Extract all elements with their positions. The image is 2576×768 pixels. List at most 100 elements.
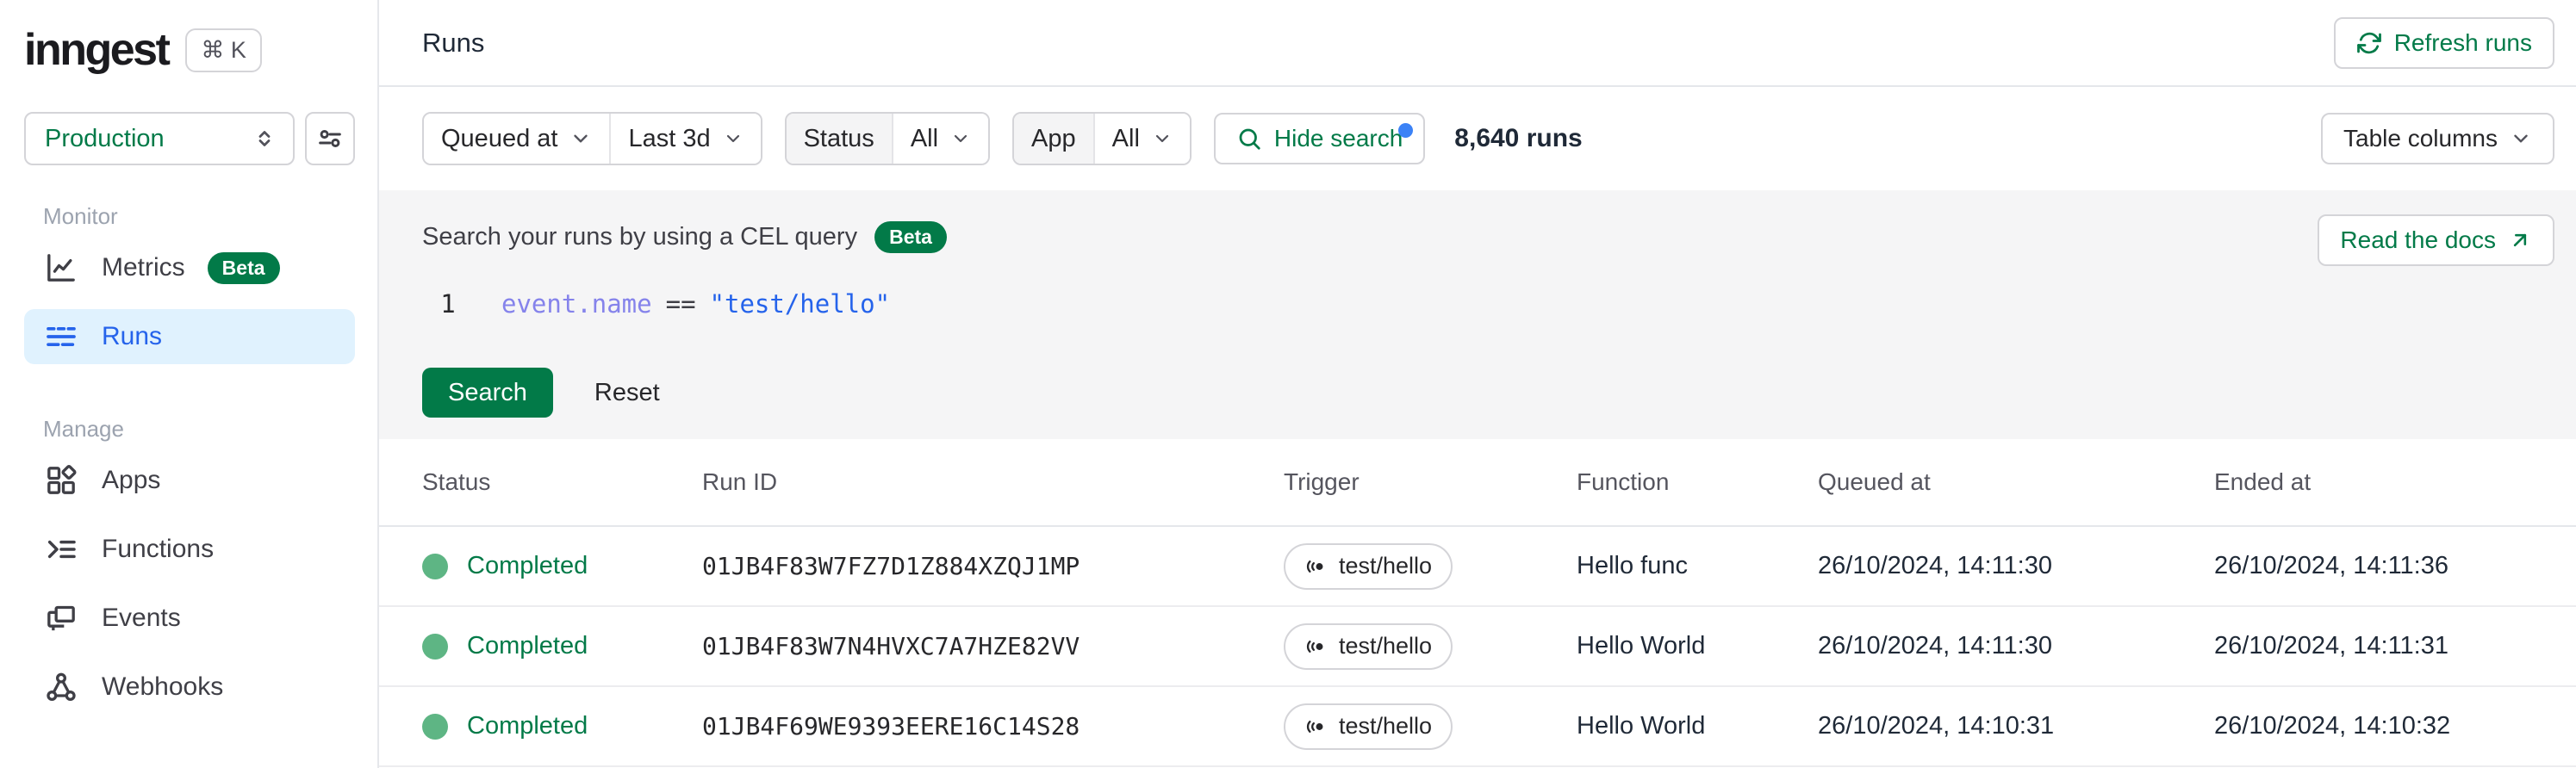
trigger-cell: test/hello <box>1284 703 1577 750</box>
app-window: inngest ⌘ K Production Monitor Metrics B… <box>0 0 2576 768</box>
status-filter-dropdown[interactable]: All <box>893 114 989 164</box>
column-header-trigger: Trigger <box>1284 468 1360 495</box>
trigger-name: test/hello <box>1339 553 1433 579</box>
status-dot-icon <box>422 553 448 579</box>
beta-badge: Beta <box>874 220 947 253</box>
runs-list-icon <box>43 319 79 355</box>
environment-selector[interactable]: Production <box>24 112 295 165</box>
table-row[interactable]: Completed 01JB4F83W7N4HVXC7A7HZE82VV tes… <box>379 607 2576 687</box>
logo-row: inngest ⌘ K <box>24 21 355 76</box>
sidebar-item-runs[interactable]: Runs <box>24 309 355 364</box>
events-icon <box>43 600 79 636</box>
status-filter-label: Status <box>786 114 892 164</box>
notification-dot <box>1398 123 1414 138</box>
sidebar-item-apps[interactable]: Apps <box>24 453 355 508</box>
column-header-queued-at: Queued at <box>1818 468 1931 495</box>
code-token-object: event.name <box>501 289 652 319</box>
cel-panel-top: Search your runs by using a CEL query Be… <box>422 214 2554 266</box>
table-columns-button[interactable]: Table columns <box>2321 113 2554 164</box>
status-cell: Completed <box>422 552 702 580</box>
search-icon <box>1236 126 1262 152</box>
page-title: Runs <box>422 27 485 58</box>
app-filter-group: App All <box>1012 112 1192 165</box>
sidebar-item-events[interactable]: Events <box>24 591 355 646</box>
status-cell: Completed <box>422 632 702 660</box>
function-name: Hello func <box>1577 552 1688 579</box>
chevron-down-icon <box>2510 127 2532 150</box>
event-trigger-icon <box>1304 715 1328 739</box>
time-filter-group: Queued at Last 3d <box>422 112 762 165</box>
command-k-shortcut-badge[interactable]: ⌘ K <box>185 28 262 72</box>
event-trigger-icon <box>1304 635 1328 659</box>
column-header-ended-at: Ended at <box>2214 468 2312 495</box>
time-range-value: Last 3d <box>628 124 711 152</box>
time-field-dropdown[interactable]: Queued at <box>424 114 610 164</box>
app-filter-dropdown[interactable]: All <box>1094 114 1190 164</box>
sidebar-item-label: Metrics <box>102 253 185 282</box>
sidebar-item-label: Functions <box>102 535 215 563</box>
status-label: Completed <box>467 712 588 740</box>
status-label: Completed <box>467 552 588 579</box>
chevron-down-icon <box>723 128 744 149</box>
metrics-chart-icon <box>43 250 79 286</box>
sidebar-item-functions[interactable]: Functions <box>24 522 355 577</box>
refresh-icon <box>2356 30 2382 56</box>
queued-at-value: 26/10/2024, 14:10:31 <box>1818 712 2055 740</box>
sidebar-item-webhooks[interactable]: Webhooks <box>24 660 355 715</box>
time-range-dropdown[interactable]: Last 3d <box>611 114 761 164</box>
run-id: 01JB4F69WE9393EERE16C14S28 <box>702 712 1080 740</box>
table-row[interactable]: Completed 01JB4F69WE9393EERE16C14S28 tes… <box>379 687 2576 767</box>
sidebar-item-label: Webhooks <box>102 672 224 701</box>
table-row[interactable]: Completed 01JB4F83W7FZ7D1Z884XZQJ1MP tes… <box>379 527 2576 607</box>
function-name: Hello World <box>1577 712 1706 740</box>
trigger-pill[interactable]: test/hello <box>1284 622 1453 670</box>
cel-query-editor[interactable]: 1 event.name == "test/hello" <box>422 285 2554 323</box>
status-dot-icon <box>422 713 448 740</box>
function-name: Hello World <box>1577 632 1706 660</box>
code-token-operator: == <box>665 289 696 319</box>
status-filter-group: Status All <box>784 112 991 165</box>
refresh-runs-label: Refresh runs <box>2393 28 2532 56</box>
chevron-down-icon <box>569 127 592 150</box>
sliders-icon <box>315 124 345 153</box>
sidebar-item-metrics[interactable]: Metrics Beta <box>24 240 355 295</box>
beta-badge: Beta <box>207 251 280 284</box>
column-header-function: Function <box>1577 468 1670 495</box>
cel-search-panel: Search your runs by using a CEL query Be… <box>379 190 2576 439</box>
trigger-pill[interactable]: test/hello <box>1284 703 1453 750</box>
manage-section-label: Manage <box>43 416 124 442</box>
chevron-down-icon <box>1152 128 1173 149</box>
inngest-logo: inngest <box>24 25 171 75</box>
filter-bar: Queued at Last 3d Status All App All Hid… <box>379 87 2576 190</box>
status-cell: Completed <box>422 712 702 740</box>
trigger-name: test/hello <box>1339 713 1433 739</box>
sidebar-item-label: Apps <box>102 466 161 494</box>
hide-search-label: Hide search <box>1273 125 1403 152</box>
search-button[interactable]: Search <box>422 368 553 418</box>
event-trigger-icon <box>1304 554 1328 579</box>
trigger-cell: test/hello <box>1284 542 1577 590</box>
table-header-row: Status Run ID Trigger Function Queued at… <box>379 439 2576 527</box>
chevron-down-icon <box>950 128 971 149</box>
queued-at-value: 26/10/2024, 14:11:30 <box>1818 552 2052 579</box>
cel-panel-title: Search your runs by using a CEL query <box>422 222 858 251</box>
trigger-pill[interactable]: test/hello <box>1284 542 1453 590</box>
refresh-runs-button[interactable]: Refresh runs <box>2333 16 2554 69</box>
reset-button[interactable]: Reset <box>594 379 660 407</box>
cel-panel-buttons: Search Reset <box>422 368 2554 418</box>
main-content: Runs Refresh runs Queued at Last 3d Stat… <box>379 0 2576 768</box>
time-field-value: Queued at <box>441 124 558 152</box>
environment-settings-button[interactable] <box>305 112 355 165</box>
column-header-status: Status <box>422 468 491 495</box>
apps-grid-icon <box>43 462 79 499</box>
environment-name: Production <box>45 124 165 152</box>
cel-query-code: event.name == "test/hello" <box>501 289 890 319</box>
ended-at-value: 26/10/2024, 14:10:32 <box>2214 712 2451 740</box>
chevron-up-down-icon <box>252 126 277 152</box>
cel-title-row: Search your runs by using a CEL query Be… <box>422 214 947 259</box>
app-filter-value: All <box>1111 124 1140 152</box>
read-the-docs-button[interactable]: Read the docs <box>2318 214 2554 266</box>
table-columns-label: Table columns <box>2343 125 2498 152</box>
ended-at-value: 26/10/2024, 14:11:36 <box>2214 552 2448 579</box>
hide-search-button[interactable]: Hide search <box>1213 113 1426 164</box>
